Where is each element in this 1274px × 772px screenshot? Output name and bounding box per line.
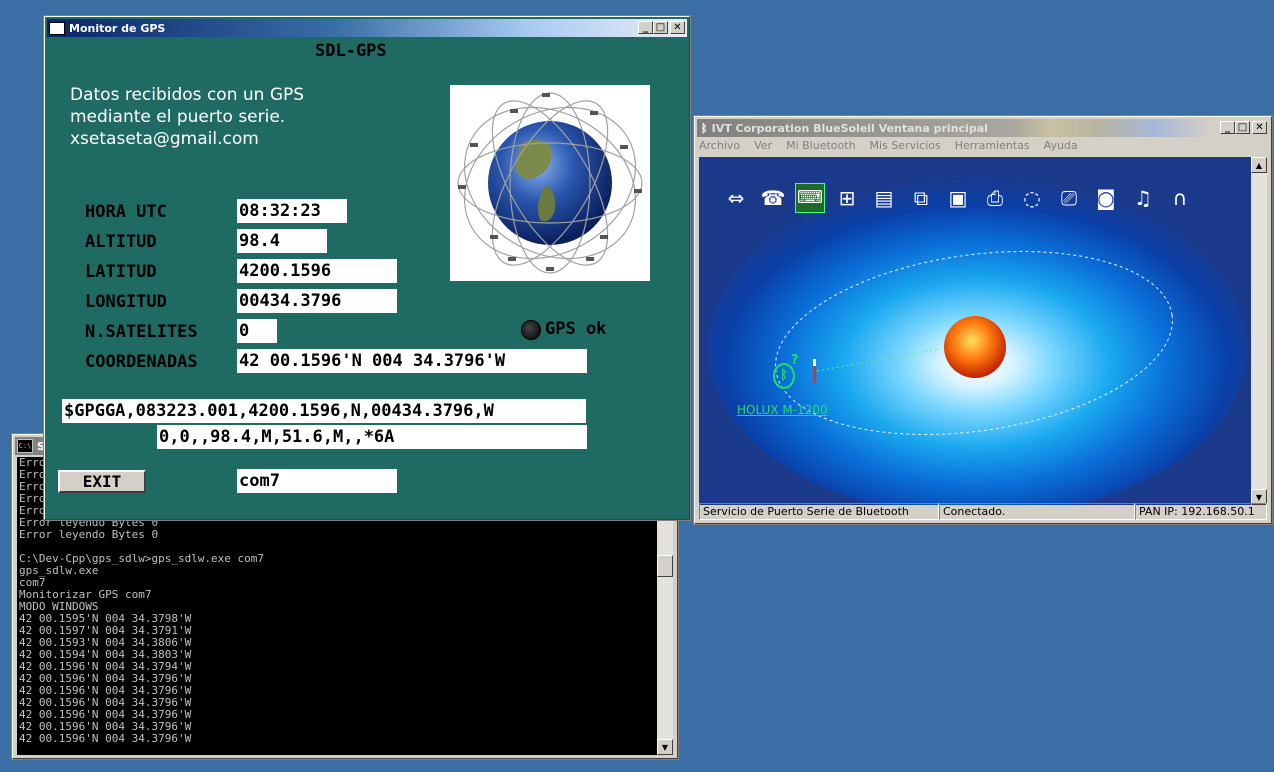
bluesoleil-title: IVT Corporation BlueSoleil Ventana princ… — [711, 121, 988, 135]
menu-mi-bluetooth[interactable]: Mi Bluetooth — [786, 139, 855, 157]
satelites-value: 0 — [237, 319, 277, 343]
gps-window-title: Monitor de GPS — [69, 21, 166, 35]
sync-icon[interactable]: ⧉ — [906, 183, 936, 213]
coordenadas-label: COORDENADAS — [85, 352, 198, 372]
hid-mouse-icon[interactable]: ◌ — [1017, 183, 1047, 213]
service-toolbar: ⇔ ☎ ⌨ ⊞ ▤ ⧉ ▣ ⎙ ◌ ⎚ ◙ ♫ ∩ — [721, 183, 1195, 213]
coordenadas-value: 42 00.1596'N 004 34.3796'W — [237, 349, 587, 373]
headset-icon[interactable]: ∩ — [1165, 183, 1195, 213]
app-heading: SDL-GPS — [315, 41, 387, 61]
satelites-label: N.SATELITES — [85, 322, 198, 342]
satellite-globe-image — [450, 85, 650, 281]
console-app-icon: C:\ — [17, 439, 33, 453]
fax-icon[interactable]: ⎙ — [980, 183, 1010, 213]
maximize-icon[interactable]: □ — [653, 21, 668, 34]
close-icon[interactable]: ✕ — [1252, 121, 1267, 134]
device-label[interactable]: HOLUX M-1200 — [737, 403, 828, 417]
latitud-label: LATITUD — [85, 262, 157, 282]
hora-utc-label: HORA UTC — [85, 202, 167, 222]
bluesoleil-titlebar[interactable]: ᛒ IVT Corporation BlueSoleil Ventana pri… — [697, 119, 1269, 137]
bluesoleil-scrollbar[interactable]: ▲ ▼ — [1251, 157, 1267, 505]
console-line: gps_sdlw.exe — [19, 564, 99, 577]
question-mark-icon: ? — [791, 353, 799, 368]
console-line: Monitorizar GPS com7 — [19, 588, 152, 601]
hora-utc-value: 08:32:23 — [237, 199, 347, 223]
status-ip: PAN IP: 192.168.50.1 — [1135, 503, 1267, 520]
latitud-value: 4200.1596 — [237, 259, 397, 283]
bluetooth-app-icon: ᛒ — [701, 121, 708, 135]
audio-icon[interactable]: ♫ — [1128, 183, 1158, 213]
scroll-thumb[interactable] — [657, 555, 673, 577]
gps-status-led-icon — [521, 320, 541, 340]
longitud-label: LONGITUD — [85, 292, 167, 312]
com-port-value: com7 — [237, 469, 397, 493]
window-app-icon — [49, 21, 65, 35]
nmea-line-2: 0,0,,98.4,M,51.6,M,,*6A — [157, 425, 587, 449]
longitud-value: 00434.3796 — [237, 289, 397, 313]
bluesoleil-window: ᛒ IVT Corporation BlueSoleil Ventana pri… — [693, 115, 1273, 525]
file-transfer-icon[interactable]: ▤ — [869, 183, 899, 213]
bluesoleil-menubar: Archivo Ver Mi Bluetooth Mis Servicios H… — [699, 139, 1078, 157]
camera-icon[interactable]: ◙ — [1091, 183, 1121, 213]
lan-icon[interactable]: ⊞ — [832, 183, 862, 213]
menu-archivo[interactable]: Archivo — [699, 139, 740, 157]
intro-line-2: mediante el puerto serie. — [70, 107, 286, 127]
minimize-icon[interactable]: _ — [638, 21, 653, 34]
gps-titlebar[interactable]: Monitor de GPS _ □ ✕ — [47, 19, 687, 37]
local-host-sun — [944, 316, 1006, 378]
scroll-up-icon[interactable]: ▲ — [1251, 157, 1267, 173]
scroll-down-icon[interactable]: ▼ — [657, 739, 673, 755]
intro-line-1: Datos recibidos con un GPS — [70, 85, 305, 105]
menu-mis-servicios[interactable]: Mis Servicios — [870, 139, 941, 157]
printer-icon[interactable]: ⎚ — [1054, 183, 1084, 213]
menu-ver[interactable]: Ver — [754, 139, 772, 157]
bluesoleil-statusbar: Servicio de Puerto Serie de Bluetooth Co… — [699, 503, 1267, 520]
gps-monitor-window: Monitor de GPS _ □ ✕ SDL-GPS Datos recib… — [43, 15, 691, 521]
menu-ayuda[interactable]: Ayuda — [1044, 139, 1078, 157]
console-line: 42 00.1596'N 004 34.3796'W — [19, 732, 192, 745]
gps-status-text: GPS ok — [545, 319, 607, 339]
status-connection: Conectado. — [939, 503, 1135, 520]
business-card-icon[interactable]: ▣ — [943, 183, 973, 213]
console-line: C:\Dev-Cpp\gps_sdlw>gps_sdlw.exe com7 — [19, 552, 265, 565]
console-line: Error leyendo Bytes 0 — [19, 528, 159, 541]
altitud-value: 98.4 — [237, 229, 327, 253]
intro-email: xsetaseta@gmail.com — [70, 129, 259, 149]
minimize-icon[interactable]: _ — [1220, 121, 1235, 134]
serial-port-icon[interactable]: ⌨ — [795, 183, 825, 213]
status-service: Servicio de Puerto Serie de Bluetooth — [699, 503, 939, 520]
nmea-line-1: $GPGGA,083223.001,4200.1596,N,00434.3796… — [62, 399, 586, 423]
maximize-icon[interactable]: □ — [1235, 121, 1250, 134]
network-access-icon[interactable]: ⇔ — [721, 183, 751, 213]
bluesoleil-canvas[interactable]: ⇔ ☎ ⌨ ⊞ ▤ ⧉ ▣ ⎙ ◌ ⎚ ◙ ♫ ∩ ᛒ ? HOLUX M-12… — [699, 157, 1251, 505]
close-icon[interactable]: ✕ — [670, 21, 685, 34]
exit-button[interactable]: EXIT — [58, 470, 146, 493]
connection-indicator-icon — [813, 359, 816, 383]
menu-herramientas[interactable]: Herramientas — [955, 139, 1030, 157]
dialup-icon[interactable]: ☎ — [758, 183, 788, 213]
gps-panel: SDL-GPS Datos recibidos con un GPS media… — [49, 39, 685, 515]
altitud-label: ALTITUD — [85, 232, 157, 252]
